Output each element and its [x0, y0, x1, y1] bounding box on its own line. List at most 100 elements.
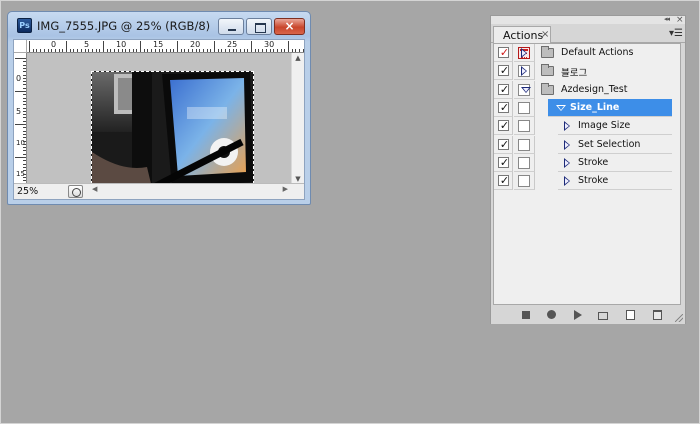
- action-set-item[interactable]: Default Actions: [521, 44, 680, 62]
- toggle-checkbox[interactable]: ✓: [498, 174, 509, 187]
- toggle-item-cell[interactable]: ✓: [494, 172, 513, 191]
- action-set-item[interactable]: Azdesign_Test: [521, 81, 680, 99]
- checkmark-icon: ✓: [499, 46, 510, 59]
- toggle-dialog-cell[interactable]: [514, 135, 535, 154]
- dialog-toggle-icon[interactable]: [518, 101, 530, 114]
- panel-menu-icon[interactable]: ▾☰: [669, 28, 683, 39]
- scroll-left-icon[interactable]: ◀: [92, 185, 97, 193]
- vertical-ruler[interactable]: 0 5 10 15: [14, 53, 27, 184]
- action-row[interactable]: ✓ 블로그: [494, 62, 680, 81]
- ruler-label: 15: [153, 40, 164, 49]
- toggle-dialog-cell[interactable]: [514, 117, 535, 136]
- stop-icon[interactable]: [522, 311, 530, 319]
- toggle-checkbox[interactable]: ✓: [498, 64, 510, 78]
- status-info-button[interactable]: [68, 185, 83, 198]
- toggle-item-cell[interactable]: ✓: [494, 135, 513, 154]
- toggle-item-cell[interactable]: ✓: [494, 62, 513, 81]
- play-icon[interactable]: [574, 310, 582, 320]
- ruler-origin[interactable]: [14, 40, 27, 53]
- ruler-tick: [15, 91, 26, 92]
- toggle-item-cell[interactable]: ✓: [494, 98, 513, 117]
- toggle-checkbox[interactable]: ✓: [498, 156, 509, 169]
- ruler-label: 10: [116, 40, 127, 49]
- expanded-triangle-icon[interactable]: [556, 104, 566, 111]
- panel-bottom-toolbar: [491, 306, 685, 324]
- ruler-tick: [66, 41, 67, 52]
- maximize-button[interactable]: [246, 18, 272, 35]
- new-action-icon[interactable]: [626, 310, 635, 320]
- command-item[interactable]: Image Size: [558, 117, 672, 136]
- toggle-item-cell[interactable]: ✓: [494, 80, 513, 99]
- collapsed-triangle-icon[interactable]: [521, 66, 527, 77]
- command-item[interactable]: Stroke: [558, 154, 672, 172]
- record-icon[interactable]: [547, 310, 556, 319]
- action-label: Size_Line: [570, 101, 620, 113]
- collapse-icon[interactable]: ◂◂: [664, 15, 670, 23]
- actions-panel[interactable]: ◂◂ × Actions × ▾☰ ✓ Default Actions ✓ 블로그 ✓ A…: [490, 15, 686, 324]
- toggle-dialog-cell[interactable]: [514, 172, 535, 191]
- dialog-toggle-icon[interactable]: [518, 120, 530, 133]
- folder-icon: [541, 82, 554, 95]
- action-row[interactable]: ✓ Azdesign_Test: [494, 80, 680, 99]
- collapsed-triangle-icon[interactable]: [564, 157, 570, 168]
- action-row[interactable]: ✓ Size_Line: [494, 98, 680, 117]
- ruler-label: 5: [84, 40, 90, 49]
- scroll-up-icon[interactable]: ▲: [292, 54, 304, 62]
- command-item[interactable]: Stroke: [558, 172, 672, 191]
- action-row[interactable]: ✓ Set Selection: [494, 135, 680, 154]
- toggle-dialog-cell[interactable]: [514, 153, 535, 172]
- horizontal-ruler[interactable]: 0 5 10 15 20 25 30: [27, 40, 304, 53]
- canvas-pasteboard[interactable]: [27, 53, 291, 189]
- actions-list[interactable]: ✓ Default Actions ✓ 블로그 ✓ Azdesign_Test ✓ Size_…: [493, 43, 681, 305]
- toggle-checkbox[interactable]: ✓: [498, 83, 509, 96]
- toggle-checkbox[interactable]: ✓: [498, 101, 509, 114]
- dialog-toggle-icon[interactable]: [518, 138, 530, 151]
- document-title: IMG_7555.JPG @ 25% (RGB/8): [37, 19, 211, 33]
- ruler-tick: [103, 41, 104, 52]
- action-row[interactable]: ✓ Default Actions: [494, 44, 680, 62]
- action-row[interactable]: ✓ Stroke: [494, 172, 680, 191]
- action-label: Stroke: [578, 156, 609, 168]
- tab-close-icon[interactable]: ×: [541, 29, 549, 40]
- command-item[interactable]: Set Selection: [558, 136, 672, 154]
- expanded-triangle-icon[interactable]: [521, 86, 531, 93]
- checkmark-icon: ✓: [499, 137, 510, 151]
- dialog-toggle-icon[interactable]: [518, 175, 530, 188]
- action-item[interactable]: Size_Line: [548, 98, 672, 117]
- minimize-button[interactable]: [218, 18, 244, 35]
- close-button[interactable]: ×: [274, 18, 305, 35]
- ruler-label: 25: [227, 40, 238, 49]
- scroll-down-icon[interactable]: ▼: [292, 175, 304, 183]
- toggle-dialog-cell[interactable]: [514, 98, 535, 117]
- toggle-item-cell[interactable]: ✓: [494, 117, 513, 136]
- dialog-toggle-icon[interactable]: [518, 156, 530, 169]
- ruler-label: 0: [51, 40, 57, 49]
- ruler-tick: [177, 41, 178, 52]
- toggle-checkbox[interactable]: ✓: [498, 137, 510, 151]
- document-image[interactable]: [91, 71, 254, 189]
- panel-header-strip[interactable]: ◂◂ ×: [491, 15, 685, 25]
- action-row[interactable]: ✓ Image Size: [494, 117, 680, 136]
- vertical-scrollbar[interactable]: ▲ ▼: [291, 53, 304, 184]
- collapsed-triangle-icon[interactable]: [521, 48, 527, 58]
- document-titlebar[interactable]: Ps IMG_7555.JPG @ 25% (RGB/8) ×: [8, 12, 310, 39]
- trash-icon[interactable]: [653, 310, 662, 320]
- resize-grip-icon[interactable]: [675, 314, 683, 322]
- ruler-tick: [288, 41, 289, 52]
- collapsed-triangle-icon[interactable]: [564, 176, 570, 187]
- new-set-icon[interactable]: [598, 312, 608, 320]
- zoom-level-field[interactable]: 25%: [17, 185, 59, 198]
- toggle-checkbox[interactable]: ✓: [498, 46, 510, 59]
- document-window[interactable]: Ps IMG_7555.JPG @ 25% (RGB/8) × 0 5 10 1…: [7, 11, 311, 205]
- collapsed-triangle-icon[interactable]: [564, 121, 570, 132]
- scroll-right-icon[interactable]: ▶: [283, 185, 288, 193]
- checkmark-icon: ✓: [499, 64, 510, 78]
- action-set-item[interactable]: 블로그: [521, 62, 680, 80]
- tab-actions[interactable]: Actions ×: [493, 26, 551, 44]
- toggle-checkbox[interactable]: ✓: [498, 119, 509, 132]
- action-row[interactable]: ✓ Stroke: [494, 153, 680, 172]
- action-label: Default Actions: [561, 47, 634, 58]
- collapsed-triangle-icon[interactable]: [564, 139, 570, 150]
- toggle-item-cell[interactable]: ✓: [494, 44, 513, 62]
- toggle-item-cell[interactable]: ✓: [494, 153, 513, 172]
